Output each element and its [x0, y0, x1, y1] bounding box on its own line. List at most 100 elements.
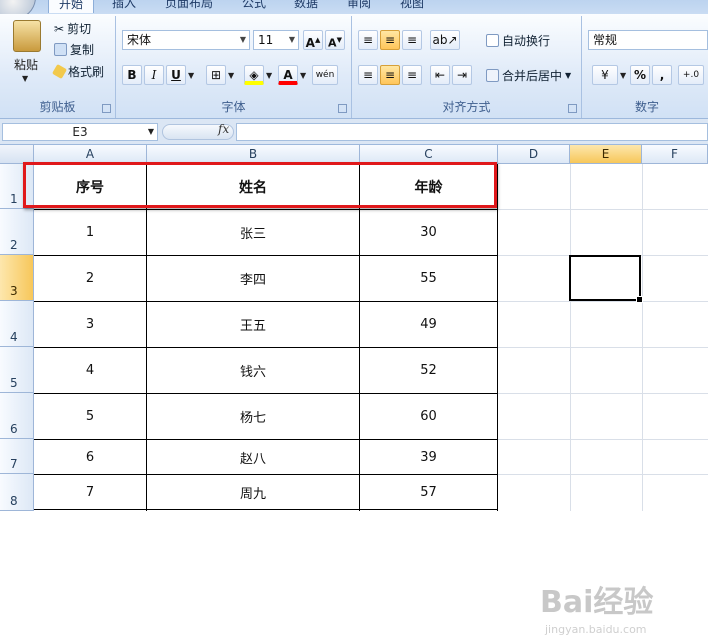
- insert-function-button[interactable]: fx: [218, 122, 229, 136]
- align-middle-icon[interactable]: ≡: [380, 30, 400, 50]
- chevron-down-icon[interactable]: ▼: [266, 71, 272, 80]
- row-header-5[interactable]: 5: [0, 347, 34, 393]
- row-header-3[interactable]: 3: [0, 255, 34, 301]
- font-size-select[interactable]: 11 ▼: [253, 30, 299, 50]
- formula-bar: E3 ▼ fx: [0, 119, 708, 145]
- cell-a2[interactable]: 1: [34, 210, 146, 255]
- format-painter-button[interactable]: 格式刷: [51, 63, 104, 80]
- increase-decimal-icon[interactable]: +.0: [678, 65, 704, 85]
- cell-a5[interactable]: 4: [34, 348, 146, 393]
- shrink-font-icon[interactable]: A▼: [325, 30, 345, 50]
- merge-center-label: 合并后居中: [502, 69, 563, 83]
- cell-c3[interactable]: 55: [360, 256, 497, 301]
- row-header-7[interactable]: 7: [0, 439, 34, 474]
- tab-page-layout[interactable]: 页面布局: [165, 0, 213, 12]
- font-group: 宋体 ▼ 11 ▼ A▲ A▼ B I U ▼ ⊞ ▼ ◈ ▼ A ▼ wén 字体: [116, 16, 352, 118]
- cell-c5[interactable]: 52: [360, 348, 497, 393]
- cell-b3[interactable]: 李四: [147, 256, 359, 301]
- font-color-icon[interactable]: A: [278, 65, 298, 85]
- paste-button[interactable]: 粘贴: [14, 56, 38, 73]
- column-header-d[interactable]: D: [498, 145, 570, 164]
- decrease-indent-icon[interactable]: ⇤: [430, 65, 450, 85]
- cell-a7[interactable]: 6: [34, 440, 146, 474]
- number-format-value: 常规: [593, 33, 618, 47]
- tab-insert[interactable]: 插入: [112, 0, 136, 12]
- phonetic-icon[interactable]: wén: [312, 65, 338, 85]
- percent-button[interactable]: %: [630, 65, 650, 85]
- chevron-down-icon[interactable]: ▼: [620, 71, 626, 80]
- cell-a4[interactable]: 3: [34, 302, 146, 347]
- scissors-icon: ✂: [54, 21, 65, 36]
- cell-c7[interactable]: 39: [360, 440, 497, 474]
- align-bottom-icon[interactable]: ≡: [402, 30, 422, 50]
- row-number: 4: [10, 330, 18, 344]
- brush-icon: [51, 63, 68, 80]
- chevron-down-icon[interactable]: ▼: [188, 71, 194, 80]
- clipboard-launcher-icon[interactable]: [102, 104, 111, 113]
- row-header-8[interactable]: 8: [0, 474, 34, 511]
- formula-input[interactable]: [236, 123, 708, 141]
- gridline: [498, 393, 708, 394]
- cell-a6[interactable]: 5: [34, 394, 146, 439]
- cell-c4[interactable]: 49: [360, 302, 497, 347]
- merge-center-button[interactable]: 合并后居中 ▼: [486, 67, 571, 84]
- tab-home[interactable]: 开始: [48, 0, 95, 13]
- increase-indent-icon[interactable]: ⇥: [452, 65, 472, 85]
- wrap-icon: [486, 34, 499, 47]
- cell-c6[interactable]: 60: [360, 394, 497, 439]
- active-cell-e3[interactable]: [569, 255, 643, 303]
- orientation-icon[interactable]: ab↗: [430, 30, 460, 50]
- cell-b8[interactable]: 周九: [147, 475, 359, 509]
- cell-b5[interactable]: 钱六: [147, 348, 359, 393]
- row-header-6[interactable]: 6: [0, 393, 34, 439]
- alignment-launcher-icon[interactable]: [568, 104, 577, 113]
- font-launcher-icon[interactable]: [338, 104, 347, 113]
- clipboard-group: 粘贴 ▼ ✂ 剪切 复制 格式刷 剪贴板: [0, 16, 116, 118]
- cut-button[interactable]: ✂ 剪切: [54, 20, 91, 37]
- align-center-icon[interactable]: ≡: [380, 65, 400, 85]
- borders-icon[interactable]: ⊞: [206, 65, 226, 85]
- column-header-f[interactable]: F: [642, 145, 708, 164]
- header-highlight-box: [23, 162, 497, 208]
- column-header-e[interactable]: E: [570, 145, 642, 164]
- underline-button[interactable]: U: [166, 65, 186, 85]
- align-top-icon[interactable]: ≡: [358, 30, 378, 50]
- fill-color-icon[interactable]: ◈: [244, 65, 264, 85]
- wrap-text-label: 自动换行: [502, 34, 551, 48]
- cell-c2[interactable]: 30: [360, 210, 497, 255]
- cell-b7[interactable]: 赵八: [147, 440, 359, 474]
- bold-button[interactable]: B: [122, 65, 142, 85]
- align-left-icon[interactable]: ≡: [358, 65, 378, 85]
- cell-b4[interactable]: 王五: [147, 302, 359, 347]
- cell-b2[interactable]: 张三: [147, 210, 359, 255]
- tab-view[interactable]: 视图: [400, 0, 424, 12]
- cell-c8[interactable]: 57: [360, 475, 497, 509]
- tab-review[interactable]: 审阅: [347, 0, 371, 12]
- chevron-down-icon[interactable]: ▼: [228, 71, 234, 80]
- chevron-down-icon: ▼: [239, 35, 246, 44]
- row-header-2[interactable]: 2: [0, 209, 34, 255]
- wrap-text-button[interactable]: 自动换行: [486, 32, 550, 49]
- grow-font-icon[interactable]: A▲: [303, 30, 323, 50]
- font-name-select[interactable]: 宋体 ▼: [122, 30, 250, 50]
- chevron-down-icon[interactable]: ▼: [300, 71, 306, 80]
- tab-formulas[interactable]: 公式: [242, 0, 266, 12]
- number-format-select[interactable]: 常规: [588, 30, 708, 50]
- ribbon: 粘贴 ▼ ✂ 剪切 复制 格式刷 剪贴板 宋体 ▼ 11 ▼ A▲ A▼ B I U …: [0, 14, 708, 119]
- row-number: 7: [10, 457, 18, 471]
- align-right-icon[interactable]: ≡: [402, 65, 422, 85]
- comma-button[interactable]: ,: [652, 65, 672, 85]
- cell-b6[interactable]: 杨七: [147, 394, 359, 439]
- copy-button[interactable]: 复制: [54, 41, 94, 58]
- font-name-value: 宋体: [127, 33, 152, 47]
- tab-data[interactable]: 数据: [294, 0, 318, 12]
- currency-icon[interactable]: ¥: [592, 65, 618, 85]
- cell-a8[interactable]: 7: [34, 475, 146, 509]
- row-header-4[interactable]: 4: [0, 301, 34, 347]
- row-number: 8: [10, 494, 18, 508]
- chevron-down-icon[interactable]: ▼: [22, 74, 28, 83]
- cell-a3[interactable]: 2: [34, 256, 146, 301]
- italic-button[interactable]: I: [144, 65, 164, 85]
- name-box[interactable]: E3 ▼: [2, 123, 158, 141]
- worksheet-grid[interactable]: A B C D E F 1 2 3 4 5 6 7 8 序号 姓名 年龄 1 张…: [0, 145, 708, 636]
